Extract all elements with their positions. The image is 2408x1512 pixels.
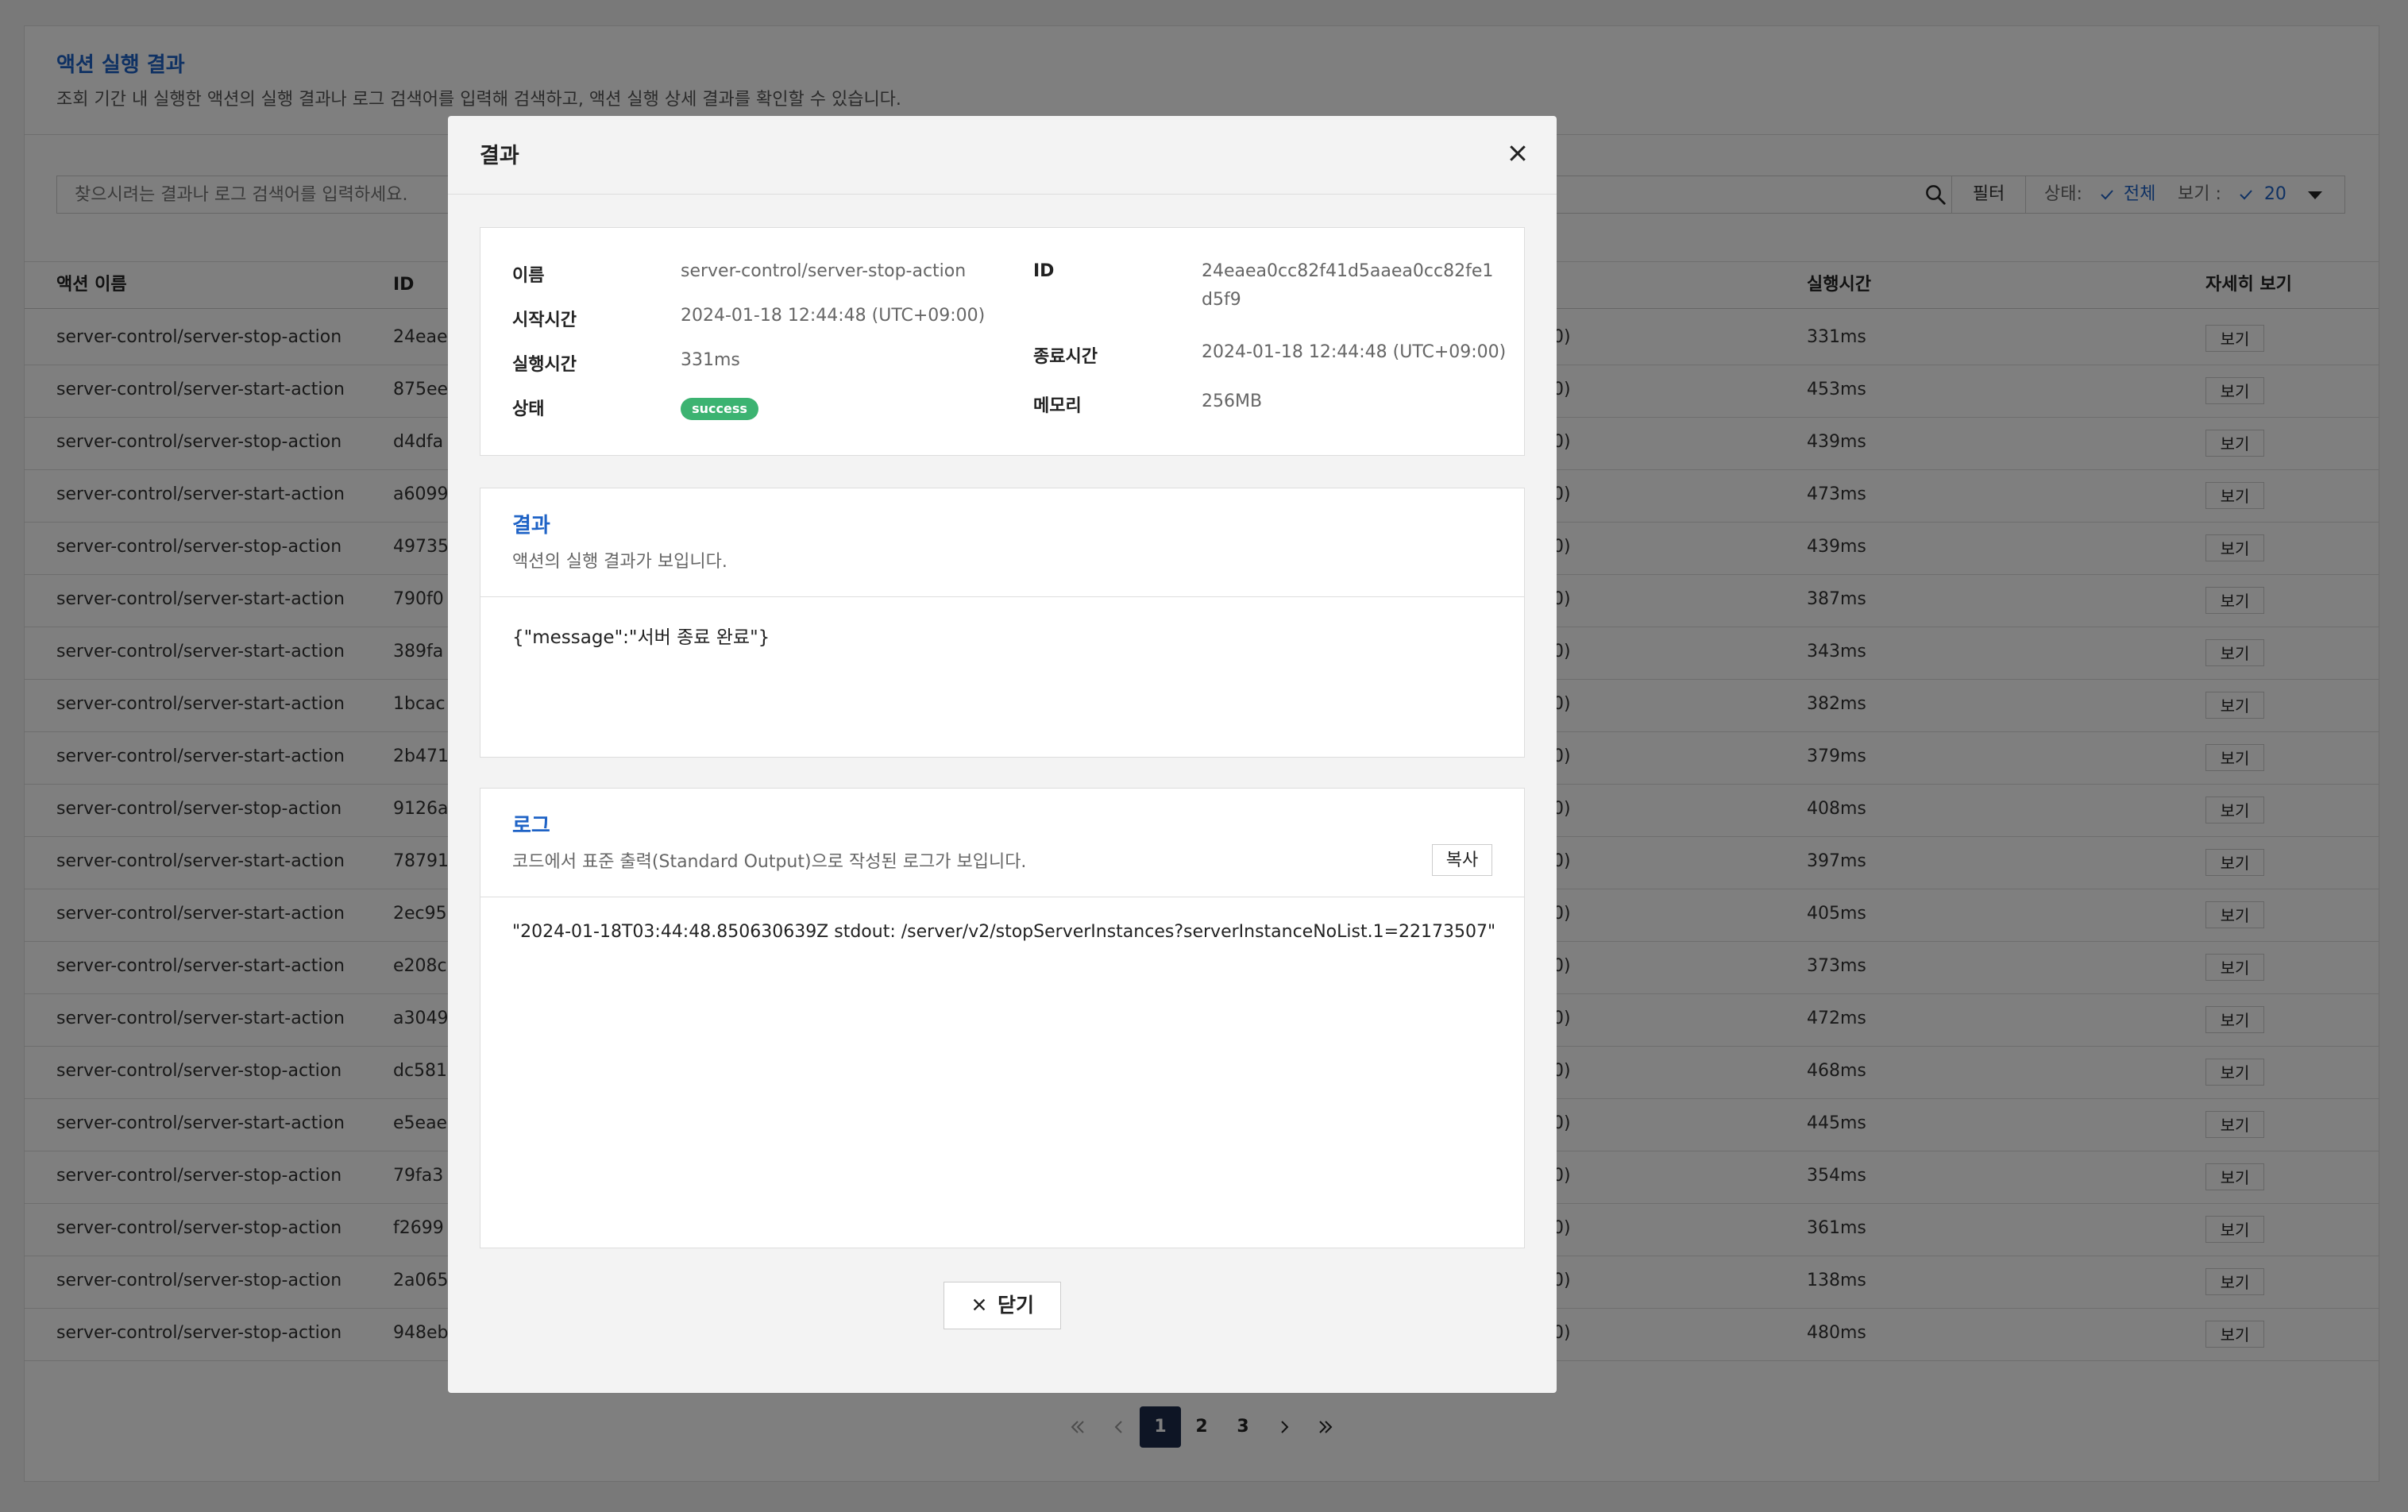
start-time-value: 2024-01-18 12:44:48 (UTC+09:00) [681, 306, 986, 326]
modal-close-label: 닫기 [997, 1294, 1034, 1317]
memory-value: 256MB [1202, 392, 1263, 411]
copy-button[interactable]: 복사 [1432, 844, 1492, 876]
result-card: 결과 액션의 실행 결과가 보입니다. {"message":"서버 종료 완료… [480, 488, 1525, 758]
info-card: 이름 server-control/server-stop-action 시작시… [480, 227, 1525, 456]
end-time-value: 2024-01-18 12:44:48 (UTC+09:00) [1202, 342, 1507, 362]
start-time-label: 시작시간 [512, 310, 577, 330]
id-label: ID [1033, 261, 1055, 281]
status-badge: success [681, 398, 758, 420]
log-content: "2024-01-18T03:44:48.850630639Z stdout: … [512, 922, 1496, 942]
status-label: 상태 [512, 399, 545, 419]
log-title: 로그 [512, 814, 550, 838]
result-content: {"message":"서버 종료 완료"} [512, 627, 770, 648]
result-description: 액션의 실행 결과가 보입니다. [512, 552, 727, 572]
result-modal: 결과 이름 server-control/server-stop-action … [448, 116, 1557, 1393]
name-value: server-control/server-stop-action [681, 261, 967, 281]
name-label: 이름 [512, 266, 545, 286]
result-title: 결과 [512, 514, 550, 538]
memory-label: 메모리 [1033, 396, 1082, 416]
close-icon[interactable] [1506, 141, 1530, 165]
close-icon [973, 1298, 986, 1311]
id-value-line1: 24eaea0cc82f41d5aaea0cc82fe1 [1202, 261, 1494, 281]
result-header: 결과 액션의 실행 결과가 보입니다. [480, 488, 1524, 597]
modal-header: 결과 [448, 116, 1557, 195]
modal-title: 결과 [480, 144, 519, 168]
duration-label: 실행시간 [512, 355, 577, 375]
log-description: 코드에서 표준 출력(Standard Output)으로 작성된 로그가 보입… [512, 852, 1027, 872]
log-card: 로그 코드에서 표준 출력(Standard Output)으로 작성된 로그가… [480, 788, 1525, 1248]
log-header: 로그 코드에서 표준 출력(Standard Output)으로 작성된 로그가… [480, 789, 1524, 897]
duration-value: 331ms [681, 350, 740, 370]
modal-close-button[interactable]: 닫기 [944, 1282, 1061, 1329]
id-value-line2: d5f9 [1202, 290, 1241, 310]
end-time-label: 종료시간 [1033, 347, 1098, 367]
